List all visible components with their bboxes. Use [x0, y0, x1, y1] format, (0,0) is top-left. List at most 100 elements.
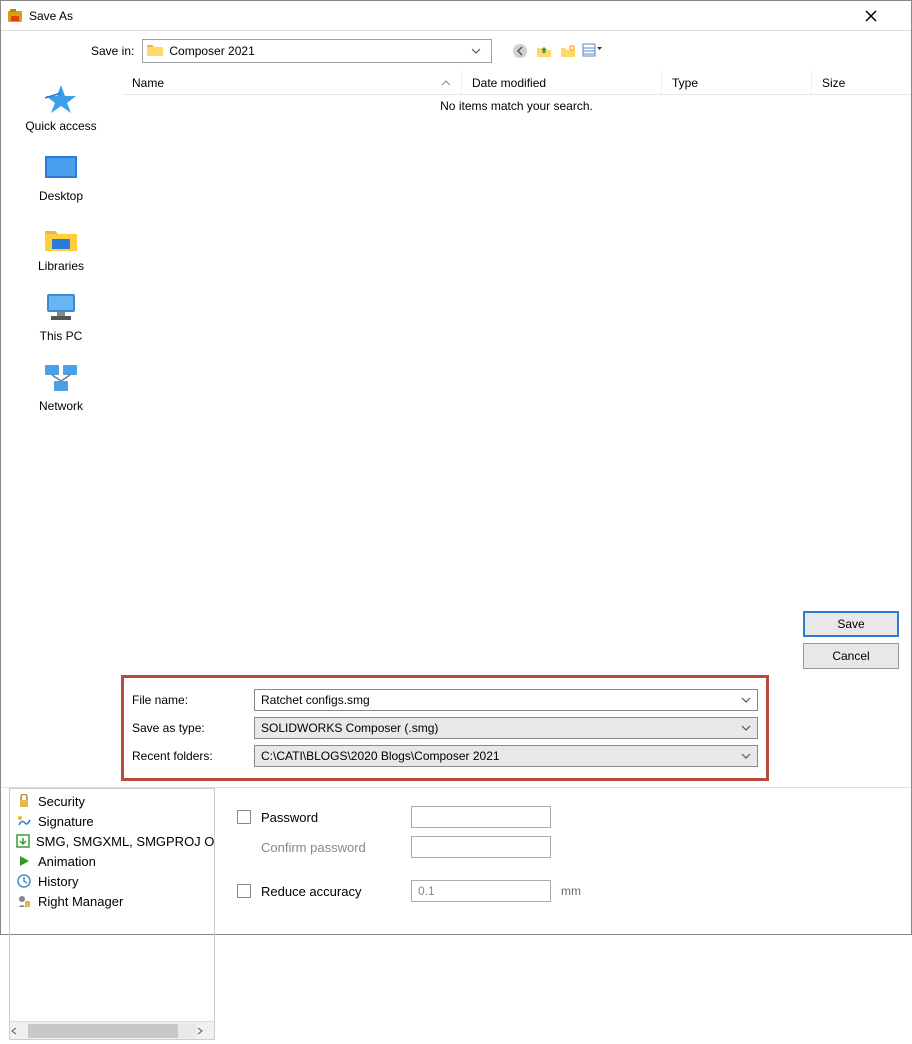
col-type-label: Type — [672, 76, 698, 90]
reduce-accuracy-checkbox[interactable] — [237, 884, 251, 898]
password-input[interactable] — [411, 806, 551, 828]
view-menu-icon[interactable] — [582, 41, 602, 61]
empty-list-message: No items match your search. — [122, 95, 911, 113]
output-icon — [16, 833, 30, 849]
col-type[interactable]: Type — [662, 71, 812, 94]
place-desktop[interactable]: Desktop — [39, 151, 83, 203]
history-icon — [16, 873, 32, 889]
bottom-panel: Security Signature SMG, SMGXML, SMGPROJ … — [1, 787, 911, 1044]
cat-smg-output[interactable]: SMG, SMGXML, SMGPROJ Output — [10, 831, 214, 851]
place-libraries[interactable]: Libraries — [38, 221, 84, 273]
col-date-label: Date modified — [472, 76, 546, 90]
cat-signature[interactable]: Signature — [10, 811, 214, 831]
reduce-accuracy-input[interactable] — [411, 880, 551, 902]
password-row: Password — [237, 802, 893, 832]
sort-indicator-icon — [441, 80, 451, 86]
col-name[interactable]: Name — [122, 71, 462, 94]
place-label: This PC — [40, 329, 83, 343]
chevron-down-icon — [741, 697, 751, 703]
list-headers: Name Date modified Type Size — [122, 71, 911, 95]
recent-folders-combo[interactable]: C:\CATI\BLOGS\2020 Blogs\Composer 2021 — [254, 745, 758, 767]
filename-input[interactable]: Ratchet configs.smg — [254, 689, 758, 711]
filename-row: File name: Ratchet configs.smg — [132, 686, 758, 714]
place-label: Quick access — [25, 119, 96, 133]
col-size[interactable]: Size — [812, 71, 911, 94]
action-buttons: Save Cancel — [803, 611, 899, 669]
cat-security[interactable]: Security — [10, 791, 214, 811]
libraries-icon — [41, 221, 81, 255]
reduce-accuracy-label: Reduce accuracy — [261, 884, 401, 899]
options-panel: Password Confirm password Reduce accurac… — [219, 788, 911, 1044]
confirm-password-input[interactable] — [411, 836, 551, 858]
network-icon — [41, 361, 81, 395]
quick-access-icon — [41, 81, 81, 115]
this-pc-icon — [41, 291, 81, 325]
back-icon[interactable] — [510, 41, 530, 61]
cat-label: History — [38, 874, 78, 889]
recent-folders-value: C:\CATI\BLOGS\2020 Blogs\Composer 2021 — [261, 749, 500, 763]
cancel-button[interactable]: Cancel — [803, 643, 899, 669]
reduce-accuracy-row: Reduce accuracy mm — [237, 876, 893, 906]
save-in-value: Composer 2021 — [169, 44, 471, 58]
save-in-combo[interactable]: Composer 2021 — [142, 39, 492, 63]
place-this-pc[interactable]: This PC — [40, 291, 83, 343]
filename-label: File name: — [132, 693, 248, 707]
place-label: Desktop — [39, 189, 83, 203]
password-label: Password — [261, 810, 401, 825]
password-checkbox[interactable] — [237, 810, 251, 824]
up-folder-icon[interactable] — [534, 41, 554, 61]
horizontal-scrollbar[interactable] — [10, 1021, 214, 1039]
col-date[interactable]: Date modified — [462, 71, 662, 94]
cat-label: SMG, SMGXML, SMGPROJ Output — [36, 834, 214, 849]
file-list-area: Name Date modified Type Size No items ma… — [121, 71, 911, 675]
cat-label: Right Manager — [38, 894, 123, 909]
col-name-label: Name — [132, 76, 164, 90]
place-network[interactable]: Network — [39, 361, 83, 413]
signature-icon — [16, 813, 32, 829]
cat-label: Security — [38, 794, 85, 809]
save-type-combo[interactable]: SOLIDWORKS Composer (.smg) — [254, 717, 758, 739]
title-bar: Save As — [1, 1, 911, 31]
scroll-thumb[interactable] — [28, 1024, 178, 1038]
cat-animation[interactable]: Animation — [10, 851, 214, 871]
scroll-right-icon[interactable] — [196, 1027, 214, 1035]
place-quick-access[interactable]: Quick access — [25, 81, 96, 133]
place-label: Libraries — [38, 259, 84, 273]
lock-icon — [16, 793, 32, 809]
cat-history[interactable]: History — [10, 871, 214, 891]
chevron-down-icon — [741, 725, 751, 731]
folder-icon — [147, 43, 163, 59]
save-in-row: Save in: Composer 2021 — [1, 31, 911, 71]
place-label: Network — [39, 399, 83, 413]
recent-folders-row: Recent folders: C:\CATI\BLOGS\2020 Blogs… — [132, 742, 758, 770]
cat-right-manager[interactable]: Right Manager — [10, 891, 214, 911]
recent-folders-label: Recent folders: — [132, 749, 248, 763]
col-size-label: Size — [822, 76, 845, 90]
chevron-down-icon — [471, 48, 487, 54]
cat-label: Signature — [38, 814, 94, 829]
cat-label: Animation — [38, 854, 96, 869]
window-title: Save As — [29, 9, 73, 23]
toolbar-icons — [510, 41, 602, 61]
save-type-value: SOLIDWORKS Composer (.smg) — [261, 721, 438, 735]
places-bar: Quick access Desktop Libraries This PC N… — [1, 71, 121, 675]
filename-value: Ratchet configs.smg — [261, 693, 370, 707]
app-icon — [7, 8, 23, 24]
rights-icon — [16, 893, 32, 909]
save-in-label: Save in: — [91, 44, 134, 58]
reduce-accuracy-unit: mm — [561, 884, 581, 898]
scroll-left-icon[interactable] — [10, 1027, 28, 1035]
save-type-label: Save as type: — [132, 721, 248, 735]
chevron-down-icon — [741, 753, 751, 759]
filename-group-highlight: File name: Ratchet configs.smg Save as t… — [121, 675, 769, 781]
confirm-password-row: Confirm password — [237, 832, 893, 862]
save-button[interactable]: Save — [803, 611, 899, 637]
save-type-row: Save as type: SOLIDWORKS Composer (.smg) — [132, 714, 758, 742]
category-list: Security Signature SMG, SMGXML, SMGPROJ … — [10, 789, 214, 1021]
new-folder-icon[interactable] — [558, 41, 578, 61]
play-icon — [16, 853, 32, 869]
scroll-track[interactable] — [28, 1024, 196, 1038]
main-area: Quick access Desktop Libraries This PC N… — [1, 71, 911, 675]
close-button[interactable] — [865, 10, 905, 22]
category-panel: Security Signature SMG, SMGXML, SMGPROJ … — [9, 788, 215, 1040]
